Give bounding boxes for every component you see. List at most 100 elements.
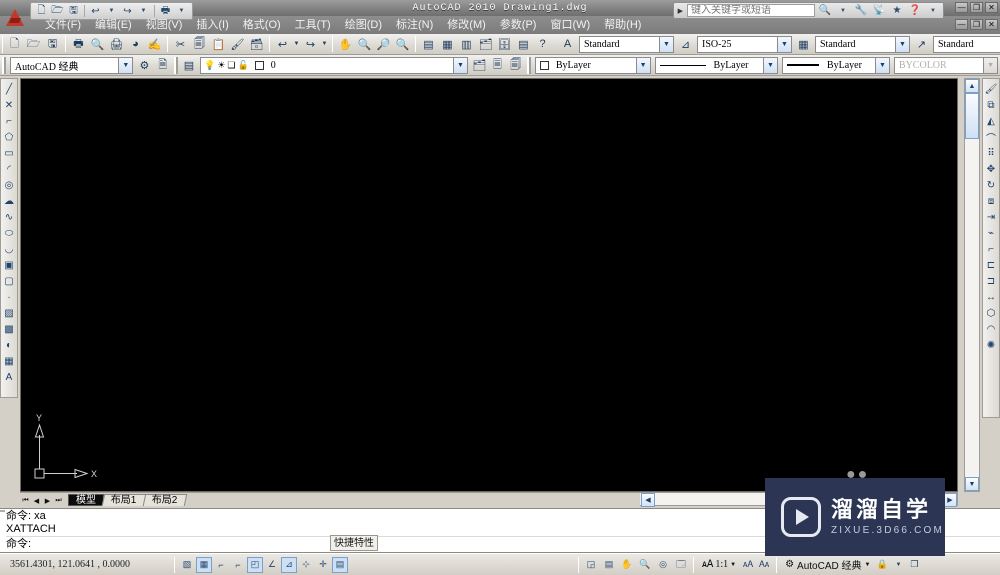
layer-dropdown[interactable]: 💡 ☀ ❏ 🔓 0 ▼ xyxy=(200,56,469,74)
layer-vpfreeze-icon[interactable]: ❏ xyxy=(227,60,235,71)
auto-scale-icon[interactable]: 🗛 xyxy=(756,557,772,573)
sheetset-icon[interactable]: 🗂 xyxy=(476,35,495,54)
break-icon[interactable]: ⊐ xyxy=(983,273,999,289)
toolbar-lock-icon[interactable]: 🔒 xyxy=(874,557,890,573)
osnap-tracking-toggle[interactable]: ⊿ xyxy=(281,556,297,573)
line-icon[interactable]: ╱ xyxy=(1,81,17,97)
color-dropdown[interactable]: ByLayer ▼ xyxy=(534,56,651,74)
status-menu-arrow-icon[interactable]: ▼ xyxy=(890,557,906,573)
scroll-down-button[interactable]: ▼ xyxy=(965,477,979,491)
copy-object-icon[interactable]: ⧉ xyxy=(983,97,999,113)
hatch-icon[interactable]: ▨ xyxy=(1,305,17,321)
menu-format[interactable]: 格式(O) xyxy=(236,16,288,34)
doc-close-button[interactable]: ✕ xyxy=(985,19,998,30)
table-style-dropdown-arrow[interactable]: ▼ xyxy=(895,36,909,52)
arc-icon[interactable]: ◜ xyxy=(1,161,17,177)
help-dropdown-icon[interactable]: ▼ xyxy=(925,4,941,18)
application-menu-button[interactable] xyxy=(2,2,28,32)
search-box[interactable]: ▶ 🔍 ▼ 🔧 📡 ★ ❓ ▼ xyxy=(672,2,944,19)
workspace-save-icon[interactable]: 🗎 xyxy=(154,56,172,75)
maximize-button[interactable]: ❐ xyxy=(970,2,983,13)
toolpalettes-icon[interactable]: ▥ xyxy=(457,35,476,54)
circle-icon[interactable]: ◎ xyxy=(1,177,17,193)
help-circle-icon[interactable]: ❓ xyxy=(907,4,923,18)
menu-tools[interactable]: 工具(T) xyxy=(288,16,338,34)
multileader-style-icon[interactable]: ↗ xyxy=(912,35,931,54)
clean-screen-icon[interactable]: ❐ xyxy=(906,557,922,573)
tab-model[interactable]: 模型 xyxy=(68,494,104,506)
redo-dropdown-icon[interactable]: ▼ xyxy=(320,35,329,54)
model-space-icon[interactable]: ◲ xyxy=(583,557,599,573)
infer-constraints-toggle[interactable]: ▧ xyxy=(179,557,195,573)
text-style-icon[interactable]: A xyxy=(558,35,577,54)
workspace-dropdown-arrow[interactable]: ▼ xyxy=(118,57,133,73)
help-icon[interactable]: ? xyxy=(533,35,552,54)
polyline-icon[interactable]: ⌐ xyxy=(1,113,17,129)
zoom-icon[interactable]: 🔍 xyxy=(637,557,653,573)
menu-window[interactable]: 窗口(W) xyxy=(543,16,597,34)
linetype-dropdown-arrow[interactable]: ▼ xyxy=(762,57,777,73)
trim-icon[interactable]: ⌁ xyxy=(983,225,999,241)
explode-icon[interactable]: ✺ xyxy=(983,337,999,353)
insert-block-icon[interactable]: ▣ xyxy=(1,257,17,273)
undo-dropdown-icon[interactable]: ▼ xyxy=(292,35,301,54)
minimize-button[interactable]: — xyxy=(955,2,968,13)
lineweight-toggle[interactable]: ▤ xyxy=(332,556,348,573)
array-icon[interactable]: ⠿ xyxy=(983,145,999,161)
table-icon[interactable]: ▦ xyxy=(1,353,17,369)
menu-view[interactable]: 视图(V) xyxy=(139,16,190,34)
properties-icon[interactable]: ▤ xyxy=(419,35,438,54)
spline-icon[interactable]: ∿ xyxy=(1,209,17,225)
zoom-previous-icon[interactable]: 🔍 xyxy=(393,35,412,54)
lineweight-dropdown[interactable]: ByLayer ▼ xyxy=(781,56,890,74)
construction-line-icon[interactable]: ✕ xyxy=(1,97,17,113)
close-button[interactable]: ✕ xyxy=(985,2,998,13)
annotation-scale-arrow[interactable]: ▼ xyxy=(730,562,736,568)
pan-icon[interactable]: ✋ xyxy=(336,35,355,54)
workspace-toolbar-grip[interactable] xyxy=(2,56,6,74)
table-style-icon[interactable]: ▦ xyxy=(794,35,813,54)
vertical-scrollbar[interactable]: ▲ ▼ xyxy=(964,78,980,492)
scroll-left-button[interactable]: ◀ xyxy=(641,493,655,507)
search-options-icon[interactable]: ▼ xyxy=(835,4,851,18)
menu-dimension[interactable]: 标注(N) xyxy=(389,16,440,34)
snap-mode-toggle[interactable]: ▦ xyxy=(196,556,212,573)
tab-layout1[interactable]: 布局1 xyxy=(101,494,146,506)
rotate-icon[interactable]: ↻ xyxy=(983,177,999,193)
zoom-realtime-icon[interactable]: 🔍 xyxy=(355,35,374,54)
zoom-window-icon[interactable]: 🔎 xyxy=(374,35,393,54)
quick-view-layouts-icon[interactable]: ▤ xyxy=(601,557,617,573)
undo-icon[interactable]: ↩ xyxy=(273,35,292,54)
calculator-icon[interactable]: ▤ xyxy=(514,35,533,54)
ortho-mode-toggle[interactable]: ⌐ xyxy=(230,557,246,573)
menu-draw[interactable]: 绘图(D) xyxy=(338,16,389,34)
menu-help[interactable]: 帮助(H) xyxy=(597,16,648,34)
menu-insert[interactable]: 插入(I) xyxy=(189,16,235,34)
publish-icon[interactable]: 🖨 xyxy=(107,35,126,54)
dim-style-icon[interactable]: ⊿ xyxy=(676,35,695,54)
annotation-visibility-icon[interactable]: 🗚 xyxy=(740,557,756,573)
qnew-icon[interactable]: 🗋 xyxy=(5,35,24,54)
toolbar-grip[interactable] xyxy=(2,35,3,53)
lineweight-dropdown-arrow[interactable]: ▼ xyxy=(874,57,889,73)
layer-color-swatch[interactable] xyxy=(254,60,264,70)
workspace-switch-arrow[interactable]: ▼ xyxy=(865,562,871,568)
menu-file[interactable]: 文件(F) xyxy=(38,16,88,34)
scale-icon[interactable]: ⧈ xyxy=(983,193,999,209)
table-style-dropdown[interactable]: Standard ▼ xyxy=(815,35,910,53)
copy-icon[interactable]: 🗐 xyxy=(190,35,209,54)
stretch-icon[interactable]: ⇥ xyxy=(983,209,999,225)
search-input[interactable] xyxy=(687,4,815,17)
properties-toolbar-grip[interactable] xyxy=(526,56,531,74)
multileader-style-dropdown[interactable]: Standard▼ xyxy=(933,35,1000,53)
blockeditor-icon[interactable]: 🗃 xyxy=(247,35,266,54)
tab-layout2[interactable]: 布局2 xyxy=(142,494,187,506)
showmotion-icon[interactable]: 🗔 xyxy=(673,557,689,573)
polar-tracking-toggle[interactable]: ◰ xyxy=(247,556,263,573)
search-find-icon[interactable]: 🔍 xyxy=(817,4,833,18)
favorites-star-icon[interactable]: ★ xyxy=(889,4,905,18)
tab-first-button[interactable]: ⏮ xyxy=(20,495,31,506)
layer-freeze-icon[interactable]: ☀ xyxy=(217,60,225,71)
make-object-layer-current-icon[interactable]: 🗏 xyxy=(488,56,506,75)
markup-icon[interactable]: ✍ xyxy=(145,35,164,54)
